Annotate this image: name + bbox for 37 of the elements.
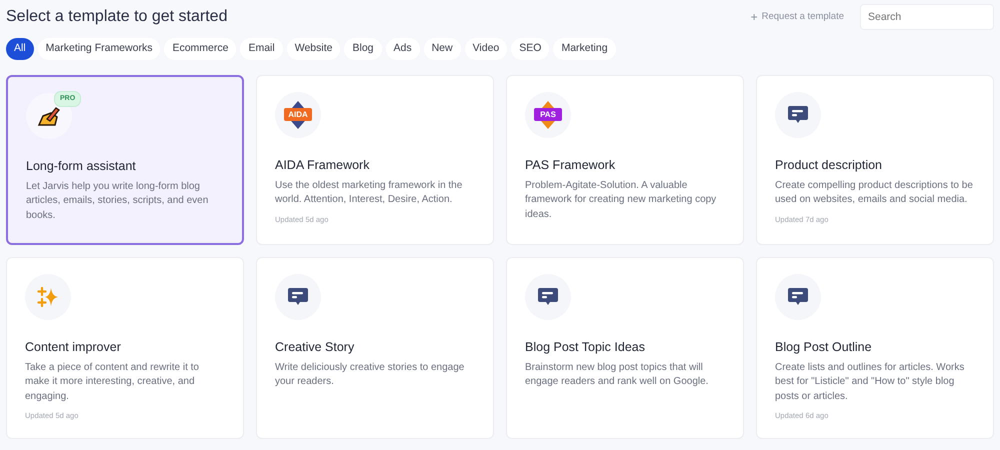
filter-tab[interactable]: Marketing [553,38,616,60]
card-description: Create compelling product descriptions to be used on websites, emails and social media. [775,178,974,207]
card-title: Long-form assistant [26,158,137,175]
page-title: Select a template to get started [6,7,228,27]
card-description: Write deliciously creative stories to engage your readers. [275,360,466,389]
template-card[interactable]: Blog Post Topic Ideas Brainstorm new blog post topics that will engage readers and rank well on Google. [506,256,744,439]
filter-tab[interactable]: Website [286,38,340,60]
pas-logo-icon: PAS [533,100,563,130]
filter-tab[interactable]: Video [464,38,508,60]
filter-tab[interactable]: Ads [386,38,420,60]
card-title: AIDA Framework [275,156,370,174]
card-title: PAS Framework [525,156,616,174]
card-title: Blog Post Topic Ideas [525,338,646,356]
card-description: Take a piece of content and rewrite it to make it more interesting, creative, and engaging. [25,360,200,404]
filter-tab[interactable]: Ecommerce [164,38,236,60]
sparkle-icon [37,286,59,308]
card-description: Let Jarvis help you write long-form blog articles, emails, stories, scripts, and even books. [26,180,210,222]
card-description: Use the oldest marketing framework in the world. Attention, Interest, Desire, Action. [275,178,464,207]
card-description: Brainstorm new blog post topics that will engage readers and rank well on Google. [525,360,710,389]
card-title: Creative Story [275,338,356,356]
card-title: Product description [775,156,884,174]
card-title: Content improver [25,338,122,356]
filter-tab[interactable]: All [6,38,34,60]
filter-tab[interactable]: Marketing Frameworks [38,38,160,60]
pencil-hand-icon [37,104,61,127]
template-card[interactable]: PAS PAS Framework Problem-Agitate-Solution. A valuable framework for creating new marketing copy ideas. [506,74,744,245]
plus-icon: + [750,8,758,26]
filter-tab[interactable]: Blog [344,38,382,60]
filter-tab[interactable]: Email [240,38,283,60]
aida-logo-icon: AIDA [283,100,313,130]
card-title: Blog Post Outline [775,338,873,356]
template-card[interactable]: Creative Story Write deliciously creative stories to engage your readers. [256,256,494,439]
search-field[interactable]: Search [860,4,994,30]
card-description: Problem-Agitate-Solution. A valuable framework for creating new marketing copy ideas. [525,178,718,222]
filter-tab[interactable]: New [424,38,461,60]
card-description: Create lists and outlines for articles. Works best for "Listicle" and "How to" style blog posts or articles. [775,360,966,404]
filter-tab[interactable]: SEO [511,38,550,60]
